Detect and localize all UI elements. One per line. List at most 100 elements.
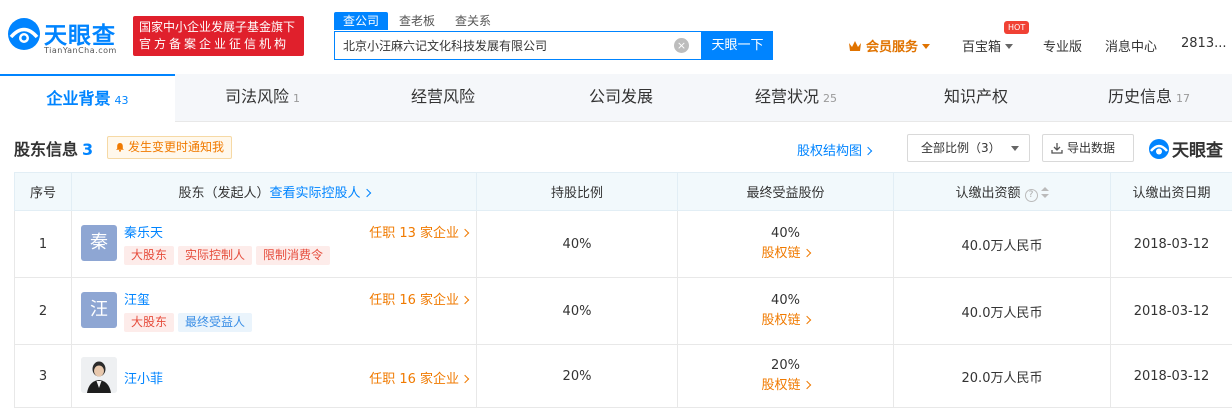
ratio-filter-value: 全部比例（3） bbox=[921, 141, 1001, 155]
tianyancha-logo[interactable]: 天眼查 TianYanCha.com bbox=[6, 12, 126, 60]
date-cell: 2018-03-12 bbox=[1110, 344, 1232, 408]
office-count-link[interactable]: 任职 16 家企业 bbox=[369, 289, 470, 308]
tab-intellectual-property[interactable]: 知识产权 bbox=[886, 74, 1066, 122]
equity-structure-label: 股权结构图 bbox=[797, 144, 863, 159]
view-actual-controller-link[interactable]: 查看实际控股人 bbox=[269, 186, 371, 201]
office-count-link[interactable]: 任职 16 家企业 bbox=[369, 368, 470, 387]
avatar[interactable]: 汪 bbox=[81, 292, 117, 328]
tab-history-info[interactable]: 历史信息 17 bbox=[1066, 74, 1232, 122]
equity-structure-link[interactable]: 股权结构图 bbox=[797, 140, 873, 159]
search-tab-company[interactable]: 查公司 bbox=[334, 12, 389, 30]
logo-eye-icon bbox=[1149, 139, 1169, 159]
holder-name-link[interactable]: 汪玺 bbox=[124, 289, 150, 308]
equity-chain-link[interactable]: 股权链 bbox=[678, 311, 893, 331]
tag-consumption-restriction[interactable]: 限制消费令 bbox=[256, 246, 331, 265]
table-row: 1 秦 秦乐天 大股东 实际控制人 限制消费令 任职 13 家企业 40% 40… bbox=[14, 210, 1232, 278]
holder-name-link[interactable]: 秦乐天 bbox=[124, 222, 163, 241]
person-photo-icon bbox=[81, 357, 117, 393]
sort-icon[interactable] bbox=[1040, 186, 1049, 198]
capital-cell: 40.0万人民币 bbox=[893, 210, 1111, 278]
member-service-menu[interactable]: 会员服务 bbox=[848, 36, 931, 56]
col-header-ratio: 持股比例 bbox=[476, 172, 678, 211]
tab-label: 司法风险 bbox=[224, 87, 289, 106]
hot-badge: HOT bbox=[1004, 21, 1030, 34]
tab-count: 17 bbox=[1176, 92, 1190, 105]
logo-subtext: TianYanCha.com bbox=[44, 46, 117, 55]
tag-major-shareholder: 大股东 bbox=[124, 246, 175, 265]
tab-label: 公司发展 bbox=[588, 87, 653, 106]
search-tab-relation[interactable]: 查关系 bbox=[446, 12, 500, 30]
tab-legal-risk[interactable]: 司法风险 1 bbox=[175, 74, 350, 122]
pro-version-link[interactable]: 专业版 bbox=[1043, 36, 1082, 56]
tag-final-beneficiary[interactable]: 最终受益人 bbox=[178, 313, 253, 332]
ratio-filter-select[interactable]: 全部比例（3） bbox=[907, 134, 1030, 162]
search-button[interactable]: 天眼一下 bbox=[702, 31, 773, 60]
ratio-cell: 20% bbox=[476, 344, 678, 408]
final-benefit-cell: 40% 股权链 bbox=[677, 277, 894, 345]
equity-chain-label: 股权链 bbox=[761, 378, 801, 393]
final-benefit-value: 40% bbox=[771, 226, 800, 241]
badge-line-1: 国家中小企业发展子基金旗下 bbox=[139, 20, 296, 34]
holder-name-link[interactable]: 汪小菲 bbox=[124, 368, 163, 387]
official-badge: 国家中小企业发展子基金旗下 官方备案企业征信机构 bbox=[133, 16, 304, 56]
avatar[interactable]: 秦 bbox=[81, 225, 117, 261]
equity-chain-link[interactable]: 股权链 bbox=[678, 244, 893, 264]
tab-label: 知识产权 bbox=[943, 87, 1008, 106]
tab-label: 经营状况 bbox=[754, 87, 819, 106]
chevron-down-icon bbox=[922, 44, 931, 49]
final-benefit-value: 40% bbox=[771, 293, 800, 308]
office-count-label: 任职 16 家企业 bbox=[369, 293, 459, 308]
capital-cell: 20.0万人民币 bbox=[893, 344, 1111, 408]
equity-chain-link[interactable]: 股权链 bbox=[678, 376, 893, 396]
export-label: 导出数据 bbox=[1067, 141, 1116, 155]
help-icon[interactable]: ? bbox=[1024, 188, 1038, 202]
ratio-cell: 40% bbox=[476, 210, 678, 278]
chevron-right-icon bbox=[362, 188, 371, 198]
date-cell: 2018-03-12 bbox=[1110, 210, 1232, 278]
tab-operation-risk[interactable]: 经营风险 bbox=[350, 74, 536, 122]
section-title-text: 股东信息 bbox=[14, 140, 79, 159]
section-count: 3 bbox=[82, 140, 94, 159]
office-count-link[interactable]: 任职 13 家企业 bbox=[369, 222, 470, 241]
notify-on-change-button[interactable]: 发生变更时通知我 bbox=[107, 136, 233, 159]
avatar[interactable] bbox=[81, 357, 117, 393]
chevron-down-icon bbox=[1005, 44, 1014, 49]
message-center-link[interactable]: 消息中心 bbox=[1105, 36, 1157, 56]
view-actual-controller-label: 查看实际控股人 bbox=[269, 186, 361, 201]
shareholder-table: 序号 股东（发起人）查看实际控股人 持股比例 最终受益股份 认缴出资额? 认缴出… bbox=[14, 172, 1232, 408]
tag-major-shareholder: 大股东 bbox=[124, 313, 175, 332]
tab-company-development[interactable]: 公司发展 bbox=[536, 74, 706, 122]
user-account-menu[interactable]: 2813... bbox=[1181, 36, 1226, 56]
date-cell: 2018-03-12 bbox=[1110, 277, 1232, 345]
tab-label: 历史信息 bbox=[1107, 87, 1172, 106]
badge-line-2: 官方备案企业征信机构 bbox=[139, 37, 290, 51]
tab-operation-status[interactable]: 经营状况 25 bbox=[706, 74, 886, 122]
equity-chain-label: 股权链 bbox=[761, 246, 801, 261]
row-number: 1 bbox=[14, 210, 72, 278]
search-box: × bbox=[334, 31, 702, 60]
table-header-row: 序号 股东（发起人）查看实际控股人 持股比例 最终受益股份 认缴出资额? 认缴出… bbox=[14, 172, 1232, 211]
final-benefit-cell: 20% 股权链 bbox=[677, 344, 894, 408]
section-title: 股东信息 3 bbox=[14, 136, 93, 160]
logo-text: 天眼查 bbox=[44, 23, 116, 49]
search-input[interactable] bbox=[335, 32, 665, 59]
table-row: 2 汪 汪玺 大股东 最终受益人 任职 16 家企业 40% 40% 股权链 4… bbox=[14, 277, 1232, 345]
chevron-right-icon bbox=[460, 374, 470, 384]
col-header-capital[interactable]: 认缴出资额? bbox=[893, 172, 1111, 211]
watermark-text: 天眼查 bbox=[1172, 141, 1223, 161]
ratio-cell: 40% bbox=[476, 277, 678, 345]
tab-enterprise-background[interactable]: 企业背景 43 bbox=[0, 74, 175, 122]
final-benefit-value: 20% bbox=[771, 358, 800, 373]
chevron-right-icon bbox=[460, 228, 470, 238]
holder-cell: 汪 汪玺 大股东 最终受益人 任职 16 家企业 bbox=[71, 277, 477, 345]
equity-chain-label: 股权链 bbox=[761, 313, 801, 328]
tag-actual-controller[interactable]: 实际控制人 bbox=[178, 246, 253, 265]
chevron-right-icon bbox=[802, 248, 811, 258]
baoxiang-menu[interactable]: 百宝箱 bbox=[962, 36, 1014, 56]
search-tab-boss[interactable]: 查老板 bbox=[390, 12, 444, 30]
holder-tags: 大股东 最终受益人 bbox=[124, 313, 256, 332]
capital-cell: 40.0万人民币 bbox=[893, 277, 1111, 345]
clear-icon[interactable]: × bbox=[674, 38, 689, 53]
baoxiang-label: 百宝箱 bbox=[962, 40, 1002, 55]
export-data-button[interactable]: 导出数据 bbox=[1042, 134, 1134, 162]
